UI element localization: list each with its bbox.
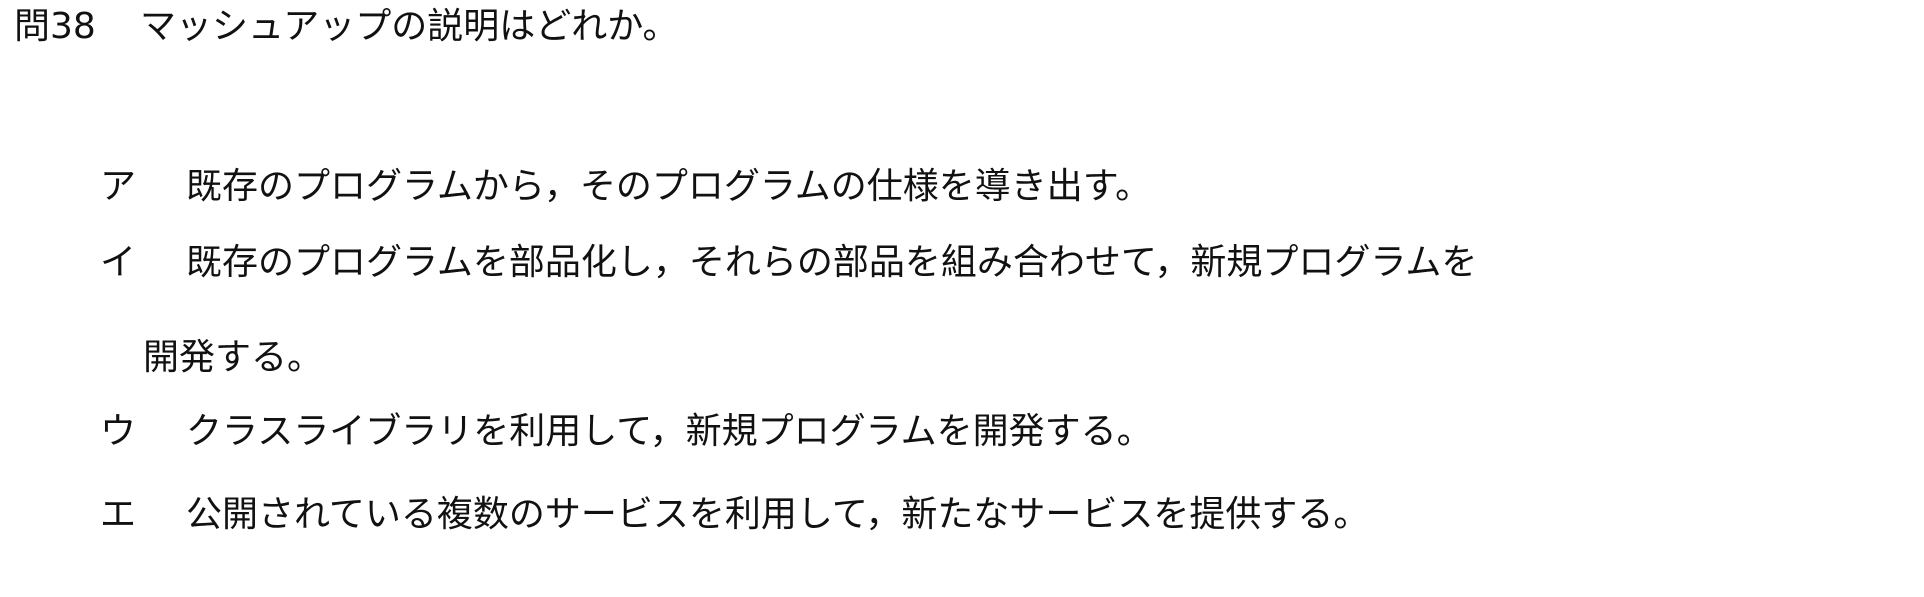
choice-label-i: イ [100,242,137,283]
question-heading: 問38 マッシュアップの説明はどれか。 [14,2,679,52]
choice-label-u: ウ [100,411,137,452]
exam-page: 問38 マッシュアップの説明はどれか。 ア 既存のプログラムから，そのプログラムの仕… [0,0,1924,597]
choice-u: ウ クラスライブラリを利用して，新規プログラムを開発する。 [100,407,1153,457]
choice-i: イ 既存のプログラムを部品化し，それらの部品を組み合わせて，新規プログラムを [100,238,1477,288]
choice-text-e: 公開されている複数のサービスを利用して，新たなサービスを提供する。 [186,494,1370,535]
choice-text-a: 既存のプログラムから，そのプログラムの仕様を導き出す。 [186,166,1152,207]
choice-a: ア 既存のプログラムから，そのプログラムの仕様を導き出す。 [100,162,1151,212]
choice-text-u: クラスライブラリを利用して，新規プログラムを開発する。 [186,411,1153,452]
choice-e: エ 公開されている複数のサービスを利用して，新たなサービスを提供する。 [100,490,1369,540]
choice-label-e: エ [100,494,137,535]
choice-text-i-continuation: 開発する。 [143,337,324,378]
question-number: 問38 [14,6,96,47]
choice-text-i: 既存のプログラムを部品化し，それらの部品を組み合わせて，新規プログラムを [186,242,1478,283]
choice-label-a: ア [100,166,137,207]
question-text: マッシュアップの説明はどれか。 [140,6,679,47]
